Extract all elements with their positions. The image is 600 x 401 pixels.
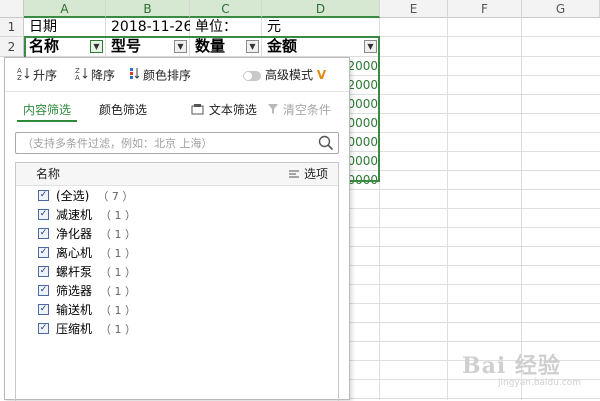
clear-filter-icon (267, 103, 283, 117)
list-item[interactable]: ✓ 压缩机 （ 1 ） (38, 320, 136, 339)
list-item-label: 螺杆泵 (56, 265, 93, 279)
checkbox-checked-icon[interactable]: ✓ (38, 323, 49, 334)
vip-badge-icon: V (316, 68, 327, 82)
list-item-label: (全选) (56, 189, 90, 203)
filter-dropdown-name[interactable]: ▼ (90, 40, 103, 53)
column-header-e[interactable]: E (380, 0, 448, 18)
list-item-label: 压缩机 (56, 322, 93, 336)
select-all-corner[interactable] (0, 0, 24, 18)
filter-value-list: 名称 选项 ✓ (全选) （ 7 ） ✓ 减速机 （ 1 ） ✓ 净化器 （ 1 ） ✓ 离心… (15, 162, 339, 401)
column-header-c[interactable]: C (190, 0, 262, 18)
list-item-count: （ 1 ） (100, 266, 137, 279)
list-item[interactable]: ✓ 减速机 （ 1 ） (38, 206, 136, 225)
checkbox-checked-icon[interactable]: ✓ (38, 247, 49, 258)
checkbox-checked-icon[interactable]: ✓ (38, 285, 49, 296)
cell-a2[interactable]: 名称 ▼ (24, 37, 106, 57)
checkbox-checked-icon[interactable]: ✓ (38, 190, 49, 201)
cell-a1[interactable]: 日期 (24, 18, 106, 37)
watermark-logo: Bai 经验 (462, 353, 561, 379)
row-header-1[interactable]: 1 (0, 18, 24, 37)
list-options-label: 选项 (303, 167, 328, 181)
list-header-name: 名称 (36, 167, 61, 181)
clear-conditions-button[interactable]: 清空条件 (267, 101, 331, 118)
filter-toolbar: AZ 升序 ZA 降序 颜色排序 高级模式 V (5, 58, 349, 92)
list-item-count: （ 1 ） (100, 304, 137, 317)
list-item-count: （ 1 ） (100, 209, 137, 222)
list-item-select-all[interactable]: ✓ (全选) （ 7 ） (38, 187, 136, 206)
clear-conditions-label: 清空条件 (282, 103, 331, 117)
text-filter-button[interactable]: 文本筛选 (191, 101, 257, 118)
list-item-label: 输送机 (56, 303, 93, 317)
filter-list-header: 名称 选项 (16, 163, 338, 186)
checkbox-checked-icon[interactable]: ✓ (38, 209, 49, 220)
text-filter-icon (191, 103, 209, 117)
list-item-label: 筛选器 (56, 284, 93, 298)
toggle-switch-icon (243, 70, 261, 81)
list-item-count: （ 1 ） (100, 228, 137, 241)
cell-d2[interactable]: 金额 ▼ (262, 37, 380, 57)
column-header-f[interactable]: F (448, 0, 522, 18)
cell-c2[interactable]: 数量 ▼ (190, 37, 262, 57)
cell-b1[interactable]: 2018-11-26 (106, 18, 190, 37)
sort-descending-icon: ZA (75, 66, 89, 86)
sort-ascending-label: 升序 (33, 68, 58, 83)
list-item-count: （ 1 ） (100, 323, 137, 336)
sort-descending-button[interactable]: ZA 降序 (75, 66, 115, 84)
svg-text:A: A (75, 74, 80, 80)
color-sort-label: 颜色排序 (143, 68, 192, 83)
list-item-label: 净化器 (56, 227, 93, 241)
filter-dropdown-quantity[interactable]: ▼ (246, 40, 259, 53)
list-options-button[interactable]: 选项 (288, 163, 328, 185)
color-sort-button[interactable]: 颜色排序 (129, 66, 191, 84)
svg-text:Z: Z (17, 74, 22, 80)
color-sort-icon (129, 66, 141, 86)
checkbox-checked-icon[interactable]: ✓ (38, 266, 49, 277)
checkbox-checked-icon[interactable]: ✓ (38, 304, 49, 315)
sort-ascending-icon: AZ (17, 66, 31, 86)
watermark-url: jingyan.baidu.com (498, 378, 582, 388)
header-label-name: 名称 (29, 37, 60, 55)
filter-search-input[interactable] (16, 133, 312, 153)
filter-dropdown-amount[interactable]: ▼ (364, 40, 377, 53)
list-item[interactable]: ✓ 离心机 （ 1 ） (38, 244, 136, 263)
column-header-d[interactable]: D (262, 0, 380, 18)
list-item[interactable]: ✓ 净化器 （ 1 ） (38, 225, 136, 244)
list-item-count: （ 7 ） (97, 190, 134, 203)
list-item[interactable]: ✓ 螺杆泵 （ 1 ） (38, 263, 136, 282)
sort-descending-label: 降序 (91, 68, 116, 83)
column-header-g[interactable]: G (522, 0, 600, 18)
list-item-label: 离心机 (56, 246, 93, 260)
list-item-count: （ 1 ） (100, 285, 137, 298)
active-tab-indicator (17, 120, 77, 122)
autofilter-panel: AZ 升序 ZA 降序 颜色排序 高级模式 V 内容筛选 颜色筛选 文本筛选 清… (4, 57, 350, 401)
filter-tabs: 内容筛选 颜色筛选 文本筛选 清空条件 (5, 98, 349, 124)
options-lines-icon (289, 170, 300, 178)
header-label-quantity: 数量 (195, 37, 226, 55)
list-item-label: 减速机 (56, 208, 93, 222)
cell-b2[interactable]: 型号 ▼ (106, 37, 190, 57)
tab-color-filter[interactable]: 颜色筛选 (99, 101, 147, 118)
filter-items: ✓ (全选) （ 7 ） ✓ 减速机 （ 1 ） ✓ 净化器 （ 1 ） ✓ 离心机 （ 1 ）… (38, 187, 136, 339)
filter-search-box (15, 132, 339, 154)
cell-c1[interactable]: 单位： (190, 18, 262, 37)
column-header-a[interactable]: A (24, 0, 106, 18)
sort-ascending-button[interactable]: AZ 升序 (17, 66, 57, 84)
advanced-mode-toggle[interactable]: 高级模式 V (243, 66, 326, 84)
checkbox-checked-icon[interactable]: ✓ (38, 228, 49, 239)
filter-dropdown-model[interactable]: ▼ (174, 40, 187, 53)
cell-d1[interactable]: 元 (262, 18, 380, 37)
header-label-amount: 金额 (267, 37, 298, 55)
advanced-mode-label: 高级模式 (265, 68, 314, 82)
column-header-b[interactable]: B (106, 0, 190, 18)
header-label-model: 型号 (111, 37, 142, 55)
tab-content-filter[interactable]: 内容筛选 (23, 101, 71, 118)
row-header-2[interactable]: 2 (0, 37, 24, 57)
list-item[interactable]: ✓ 筛选器 （ 1 ） (38, 282, 136, 301)
list-item[interactable]: ✓ 输送机 （ 1 ） (38, 301, 136, 320)
search-icon[interactable] (318, 135, 334, 151)
text-filter-label: 文本筛选 (208, 103, 257, 117)
list-item-count: （ 1 ） (100, 247, 137, 260)
